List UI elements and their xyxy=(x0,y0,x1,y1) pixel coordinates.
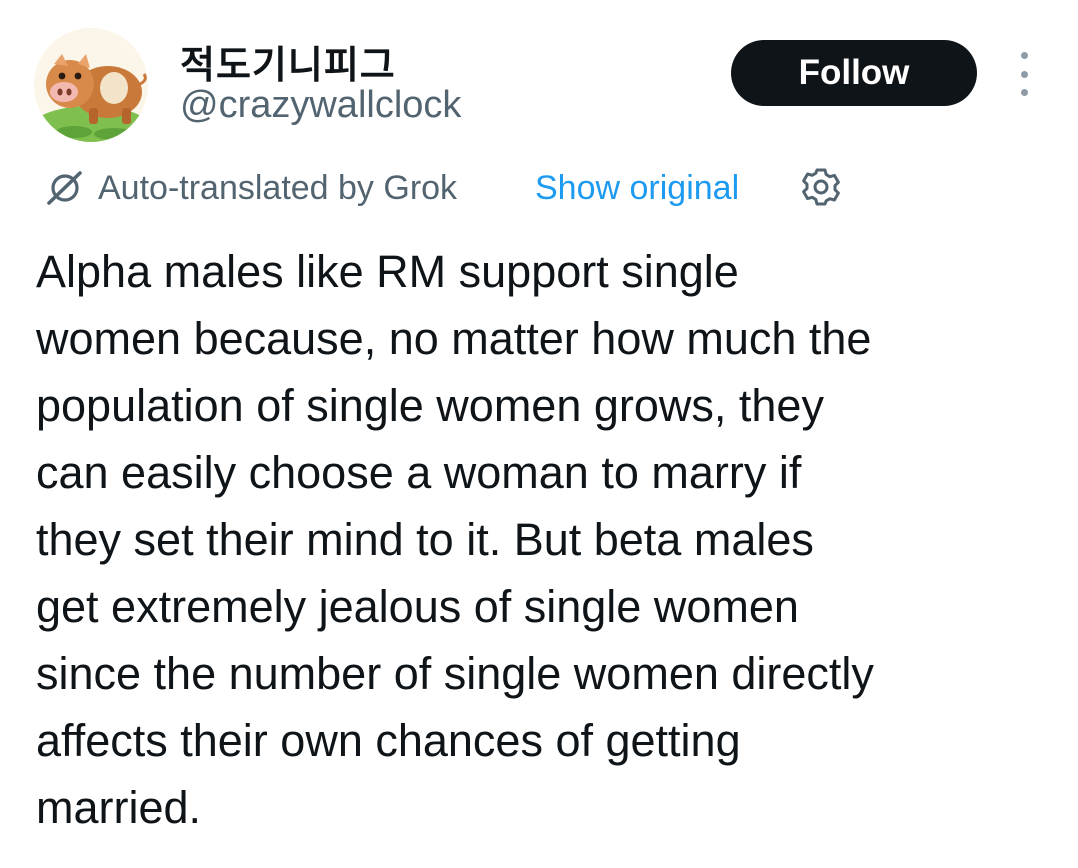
post-container: 적도기니피그 @crazywallclock Follow Auto-trans… xyxy=(0,0,1078,868)
show-original-link[interactable]: Show original xyxy=(535,166,739,210)
grok-icon xyxy=(47,171,82,205)
author-display-name[interactable]: 적도기니피그 xyxy=(180,34,396,89)
more-options-icon[interactable] xyxy=(1006,52,1042,96)
pig-avatar-icon xyxy=(34,28,148,142)
post-body-text: Alpha males like RM support single women… xyxy=(36,246,874,833)
translation-bar: Auto-translated by Grok xyxy=(44,166,457,210)
gear-icon[interactable] xyxy=(800,166,842,208)
avatar[interactable] xyxy=(34,28,148,142)
translation-label: Auto-translated by Grok xyxy=(98,168,458,207)
follow-button[interactable]: Follow xyxy=(731,40,977,106)
author-handle[interactable]: @crazywallclock xyxy=(180,84,461,127)
